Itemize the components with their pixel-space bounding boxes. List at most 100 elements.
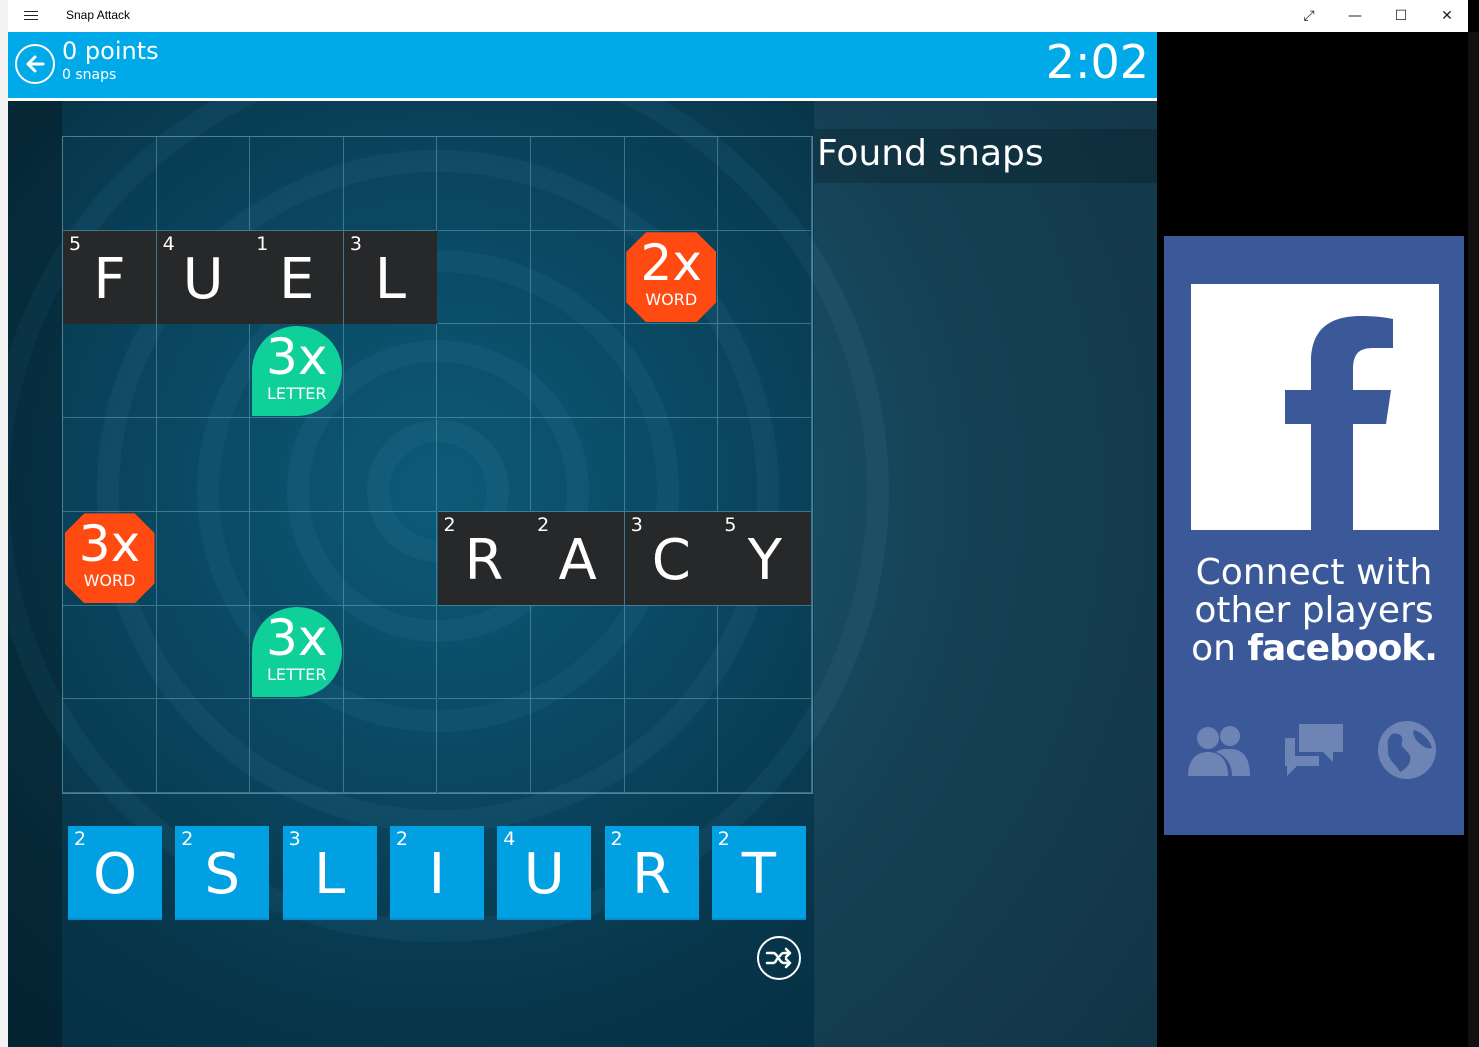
- ad-line-3: on facebook.: [1191, 628, 1438, 669]
- rack-tile[interactable]: 2O: [68, 826, 162, 920]
- points-label: 0 points: [62, 37, 159, 65]
- board-cell[interactable]: [343, 511, 438, 606]
- board-cell[interactable]: [343, 137, 438, 231]
- board-cell[interactable]: [624, 137, 719, 231]
- tile-letter: F: [93, 246, 126, 312]
- maximize-button[interactable]: ☐: [1378, 0, 1424, 32]
- placed-tile: 4U: [156, 230, 250, 324]
- word-bonus-square[interactable]: 2x WORD: [626, 232, 717, 323]
- rack-tile[interactable]: 3L: [282, 826, 377, 920]
- board-cell[interactable]: [437, 418, 532, 512]
- tile-letter: C: [651, 527, 691, 593]
- board-cell[interactable]: [624, 699, 719, 793]
- board-cell[interactable]: [250, 418, 344, 512]
- found-snaps-title: Found snaps: [814, 129, 1157, 183]
- board-cell[interactable]: [156, 324, 251, 419]
- ad-line-1: Connect with: [1195, 552, 1433, 593]
- board-cell[interactable]: [718, 699, 812, 793]
- tile-letter: Y: [747, 527, 782, 593]
- board-cell[interactable]: [718, 418, 812, 512]
- letter-bonus-square[interactable]: 3x LETTER: [251, 325, 342, 416]
- rack-tile-letter: R: [632, 842, 671, 907]
- board-cell[interactable]: [437, 230, 532, 325]
- word-bonus-square[interactable]: 3x WORD: [64, 513, 155, 604]
- board-cell[interactable]: [156, 137, 251, 231]
- board-cell[interactable]: [718, 324, 812, 419]
- globe-icon: [1378, 721, 1436, 779]
- back-button[interactable]: [15, 44, 55, 84]
- board-cell[interactable]: [437, 699, 532, 793]
- hamburger-menu-icon[interactable]: [24, 8, 38, 22]
- facebook-ad[interactable]: Connect with other players on facebook.: [1164, 236, 1464, 835]
- board-cell[interactable]: [156, 699, 251, 793]
- rack-tile[interactable]: 2T: [711, 826, 806, 920]
- ad-line-2: other players: [1194, 590, 1434, 631]
- board-cell[interactable]: [156, 511, 251, 606]
- board-cell[interactable]: [718, 137, 812, 231]
- board-cell[interactable]: [531, 324, 625, 419]
- rack-tile-letter: U: [523, 842, 565, 907]
- board-cell[interactable]: [718, 230, 812, 325]
- minimize-button[interactable]: —: [1332, 0, 1378, 32]
- board-cell[interactable]: [63, 605, 157, 700]
- back-arrow-icon: [26, 55, 45, 73]
- board-cell[interactable]: [156, 418, 251, 512]
- board-cell[interactable]: [250, 699, 344, 793]
- bonus-multiplier: 3x: [266, 327, 328, 386]
- board-cell[interactable]: [531, 418, 625, 512]
- board-cell[interactable]: [624, 605, 719, 700]
- bonus-kind: WORD: [645, 290, 698, 310]
- tile-letter: U: [182, 246, 224, 312]
- board-cell[interactable]: [343, 418, 438, 512]
- board-cell[interactable]: [437, 324, 532, 419]
- rack-tile[interactable]: 4U: [497, 826, 592, 920]
- timer: 2:02: [1045, 35, 1149, 89]
- shuffle-icon: [765, 947, 792, 969]
- board-cell[interactable]: [624, 418, 719, 512]
- game-area: 5 F 4 U 1 E 3 L 2 R 2 A 3 C 5 Y 2x WORD 3x LETTER 3x WORD 3x LE…: [8, 101, 1157, 1047]
- bonus-multiplier: 2x: [640, 234, 702, 293]
- rack-tile-letter: S: [204, 842, 241, 907]
- placed-tile: 3C: [624, 511, 718, 605]
- facebook-ad-text: Connect with other players on facebook.: [1164, 554, 1464, 668]
- board-cell[interactable]: [156, 605, 251, 700]
- board-cell[interactable]: [63, 137, 157, 231]
- rack-tile-letter: O: [92, 842, 138, 907]
- board-cell[interactable]: [63, 699, 157, 793]
- bonus-kind: LETTER: [266, 383, 327, 403]
- fullscreen-button[interactable]: ⤢: [1286, 0, 1332, 32]
- board-cell[interactable]: [718, 605, 812, 700]
- snaps-label: 0 snaps: [62, 67, 117, 83]
- board-cell[interactable]: [343, 605, 438, 700]
- board-cell[interactable]: [343, 324, 438, 419]
- board-cell[interactable]: [437, 137, 532, 231]
- board-cell[interactable]: [343, 699, 438, 793]
- shuffle-button[interactable]: [757, 936, 801, 980]
- rack-tile[interactable]: 2R: [604, 826, 699, 920]
- board-cell[interactable]: [437, 605, 532, 700]
- tile-letter: R: [464, 527, 504, 593]
- board-cell[interactable]: [250, 511, 344, 606]
- facebook-logo-icon: [1191, 284, 1439, 530]
- close-button[interactable]: ✕: [1424, 0, 1470, 32]
- facebook-wordmark: facebook: [1247, 628, 1425, 669]
- letter-bonus-square[interactable]: 3x LETTER: [251, 607, 342, 698]
- background-window-edge-right: [1468, 32, 1479, 1047]
- title-bar: Snap Attack ⤢ — ☐ ✕: [8, 0, 1468, 32]
- board-cell[interactable]: [624, 324, 719, 419]
- found-snaps-panel: [814, 101, 1157, 1047]
- board-cell[interactable]: [531, 699, 625, 793]
- rack-tile[interactable]: 2I: [389, 826, 484, 920]
- board-cell[interactable]: [63, 418, 157, 512]
- background-window-edge: [0, 0, 8, 1047]
- friends-icon: [1188, 726, 1250, 776]
- game-board[interactable]: 5 F 4 U 1 E 3 L 2 R 2 A 3 C 5 Y 2x WORD 3x LETTER 3x WORD 3x LE…: [62, 136, 813, 794]
- board-cell[interactable]: [250, 137, 344, 231]
- board-cell[interactable]: [531, 605, 625, 700]
- rack-tile[interactable]: 2S: [175, 826, 270, 920]
- board-cell[interactable]: [63, 324, 157, 419]
- board-cell[interactable]: [531, 137, 625, 231]
- board-cell[interactable]: [531, 230, 625, 325]
- rack-tile-letter: T: [741, 842, 776, 907]
- placed-tile: 3L: [343, 230, 437, 324]
